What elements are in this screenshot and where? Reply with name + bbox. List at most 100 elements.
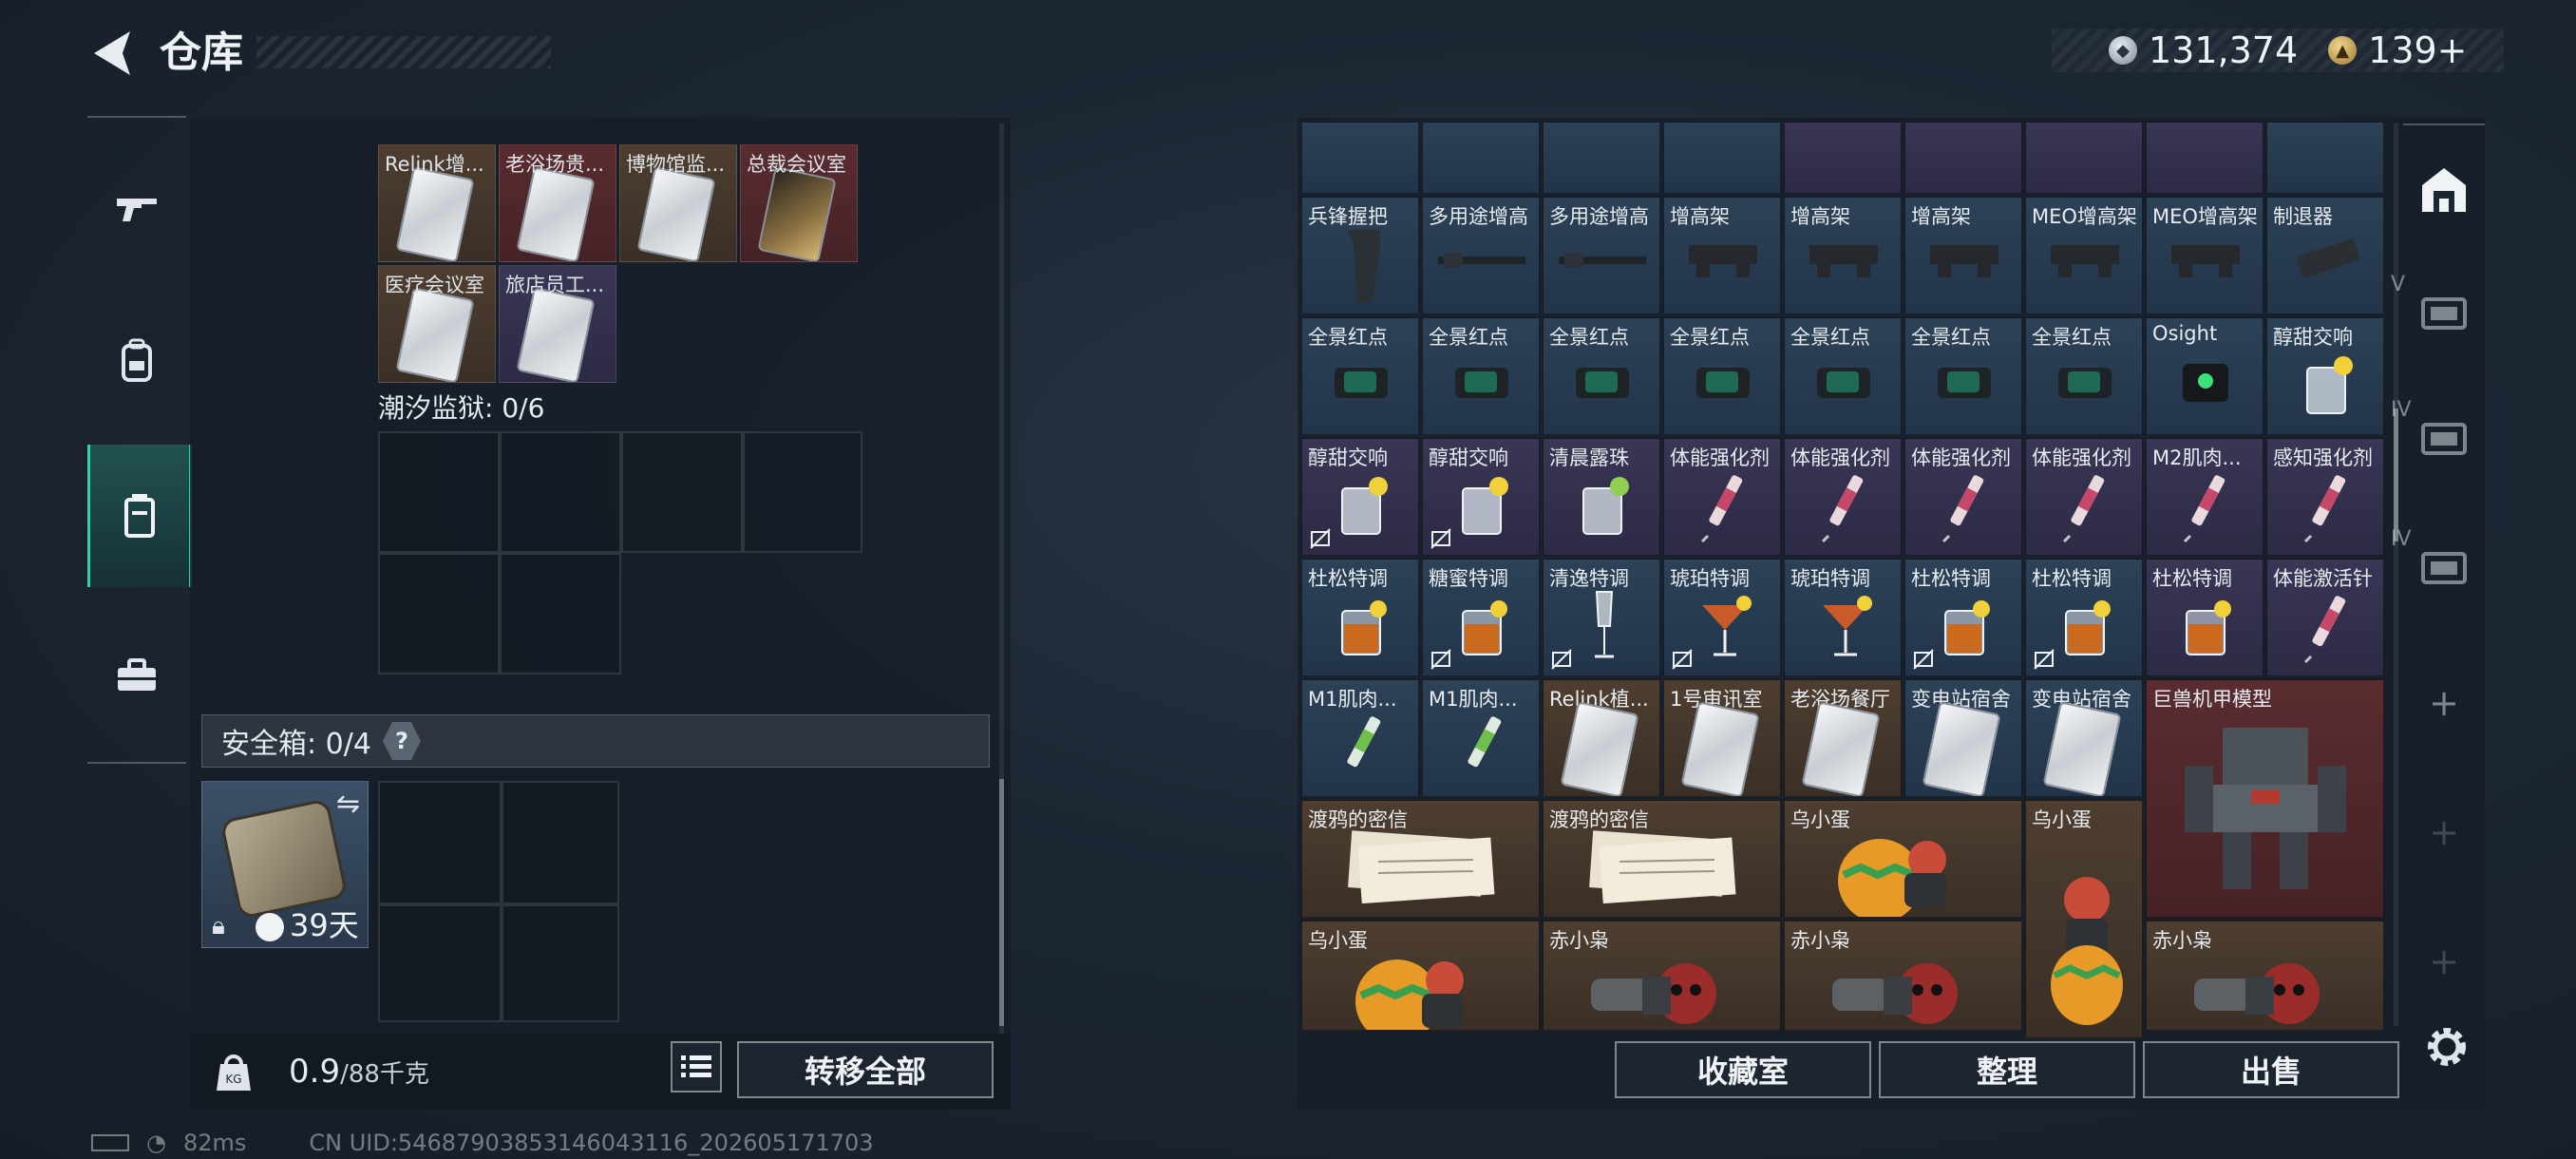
back-button[interactable] (84, 23, 141, 84)
nav-keycards[interactable] (87, 445, 192, 587)
grid-item[interactable]: 老浴场餐厅 (1784, 679, 1902, 797)
grid-item[interactable]: 变电站宿舍 (2025, 679, 2143, 797)
collection-room-button[interactable]: 收藏室 (1615, 1041, 1871, 1098)
nav-equipment[interactable] (87, 289, 186, 431)
grid-item[interactable]: 全景红点 (1784, 317, 1902, 435)
grid-item[interactable]: M2肌肉... (2146, 438, 2263, 556)
grid-item[interactable]: 制退器 (2266, 197, 2384, 314)
grid-item-partial[interactable] (2146, 122, 2263, 194)
grid-item[interactable]: 增高架 (1663, 197, 1781, 314)
grid-item[interactable]: MEO增高架 (2146, 197, 2263, 314)
grid-item[interactable]: 全景红点 (1904, 317, 2022, 435)
side-add-2[interactable]: + (2403, 775, 2485, 889)
grid-item[interactable]: 增高架 (1904, 197, 2022, 314)
empty-slot[interactable] (378, 553, 500, 674)
keycard-item[interactable]: 医疗会议室 (378, 265, 496, 383)
grid-item[interactable]: 糖蜜特调 (1422, 559, 1540, 676)
empty-slot[interactable] (502, 904, 619, 1022)
transfer-all-button[interactable]: 转移全部 (737, 1041, 994, 1098)
grid-item[interactable]: 全景红点 (2025, 317, 2143, 435)
swap-icon[interactable]: ⇋ (336, 788, 360, 821)
side-storage-iv-add[interactable]: IV (2391, 513, 2485, 627)
grid-item[interactable]: 全景红点 (1422, 317, 1540, 435)
side-storage-iv[interactable]: IV (2391, 384, 2485, 498)
grid-item-large[interactable]: 乌小蛋 (1301, 921, 1540, 1031)
empty-slot[interactable] (500, 553, 621, 674)
grid-item-partial[interactable] (1301, 122, 1419, 194)
grid-item-large[interactable]: 赤小枭 (2146, 921, 2384, 1031)
grid-item[interactable]: 琥珀特调 (1663, 559, 1781, 676)
left-scrollbar-thumb[interactable] (999, 779, 1004, 1026)
grid-item[interactable]: 增高架 (1784, 197, 1902, 314)
side-add-3[interactable]: + (2403, 904, 2485, 1018)
keycard-item[interactable]: 博物馆监... (619, 144, 737, 262)
grid-item[interactable]: 感知强化剂 (2266, 438, 2384, 556)
grid-item[interactable]: 多用途增高 (1422, 197, 1540, 314)
grid-item-large[interactable]: 渡鸦的密信 (1301, 800, 1540, 918)
grid-item[interactable]: 杜松特调 (1904, 559, 2022, 676)
empty-slot[interactable] (500, 431, 621, 553)
grid-item-large[interactable]: 乌小蛋 (1784, 800, 2022, 918)
safe-box-item[interactable]: ⇋ 🔒︎ 39天 (201, 781, 369, 948)
empty-slot[interactable] (378, 431, 500, 553)
empty-slot[interactable] (743, 431, 862, 553)
grid-item[interactable]: 体能强化剂 (1904, 438, 2022, 556)
help-button[interactable]: ? (382, 722, 421, 760)
grid-item[interactable]: 多用途增高 (1543, 197, 1660, 314)
nav-toolbox[interactable] (87, 604, 186, 747)
settings-button[interactable] (2422, 1022, 2472, 1072)
right-scrollbar[interactable] (2394, 124, 2398, 1026)
empty-slot[interactable] (502, 781, 619, 904)
grid-item[interactable]: 体能强化剂 (1784, 438, 1902, 556)
empty-slot[interactable] (378, 781, 502, 904)
grid-item[interactable]: 清逸特调 (1543, 559, 1660, 676)
grid-item[interactable]: M1肌肉... (1301, 679, 1419, 797)
grid-item[interactable]: Relink植... (1543, 679, 1660, 797)
grid-item[interactable]: 体能强化剂 (1663, 438, 1781, 556)
keycard-item[interactable]: 老浴场贵... (499, 144, 616, 262)
grid-item-large[interactable]: 赤小枭 (1784, 921, 2022, 1031)
grid-item-large[interactable]: 渡鸦的密信 (1543, 800, 1781, 918)
grid-item-large[interactable]: 巨兽机甲模型 (2146, 679, 2384, 918)
grid-item-partial[interactable] (1904, 122, 2022, 194)
grid-item[interactable]: Osight (2146, 317, 2263, 435)
sell-button[interactable]: 出售 (2143, 1041, 2399, 1098)
grid-item-partial[interactable] (2266, 122, 2384, 194)
grid-item[interactable]: 体能激活针 (2266, 559, 2384, 676)
grid-item[interactable]: 醇甜交响 (2266, 317, 2384, 435)
grid-item[interactable]: 全景红点 (1543, 317, 1660, 435)
right-scrollbar-thumb[interactable] (2394, 408, 2398, 542)
grid-item[interactable]: 变电站宿舍 (1904, 679, 2022, 797)
side-warehouse[interactable] (2403, 133, 2485, 247)
grid-item-partial[interactable] (2025, 122, 2143, 194)
grid-item[interactable]: 杜松特调 (1301, 559, 1419, 676)
empty-slot[interactable] (378, 904, 502, 1022)
grid-item-partial[interactable] (1784, 122, 1902, 194)
gold-coin-value[interactable]: 139+ (2368, 29, 2467, 71)
side-add-1[interactable]: + (2403, 646, 2485, 760)
grid-item[interactable]: 杜松特调 (2146, 559, 2263, 676)
organize-button[interactable]: 整理 (1879, 1041, 2135, 1098)
grid-item[interactable]: 杜松特调 (2025, 559, 2143, 676)
grid-item[interactable]: 全景红点 (1301, 317, 1419, 435)
keycard-item[interactable]: Relink增... (378, 144, 496, 262)
grid-item[interactable]: 1号审讯室 (1663, 679, 1781, 797)
nav-weapons[interactable] (87, 137, 186, 279)
list-view-button[interactable] (671, 1041, 722, 1092)
grid-item[interactable]: 琥珀特调 (1784, 559, 1902, 676)
grid-item-large[interactable]: 乌小蛋 (2025, 800, 2143, 1038)
grid-item[interactable]: 兵锋握把 (1301, 197, 1419, 314)
grid-item-partial[interactable] (1543, 122, 1660, 194)
grid-item[interactable]: 清晨露珠 (1543, 438, 1660, 556)
keycard-item[interactable]: 旅店员工... (499, 265, 616, 383)
grid-item[interactable]: 体能强化剂 (2025, 438, 2143, 556)
empty-slot[interactable] (621, 431, 743, 553)
grid-item-large[interactable]: 赤小枭 (1543, 921, 1781, 1031)
grid-item[interactable]: M1肌肉... (1422, 679, 1540, 797)
grid-item[interactable]: 全景红点 (1663, 317, 1781, 435)
grid-item-partial[interactable] (1422, 122, 1540, 194)
side-storage-v[interactable]: V (2391, 258, 2485, 372)
grid-item[interactable]: 醇甜交响 (1422, 438, 1540, 556)
grid-item[interactable]: MEO增高架 (2025, 197, 2143, 314)
keycard-item[interactable]: 总裁会议室 (740, 144, 858, 262)
